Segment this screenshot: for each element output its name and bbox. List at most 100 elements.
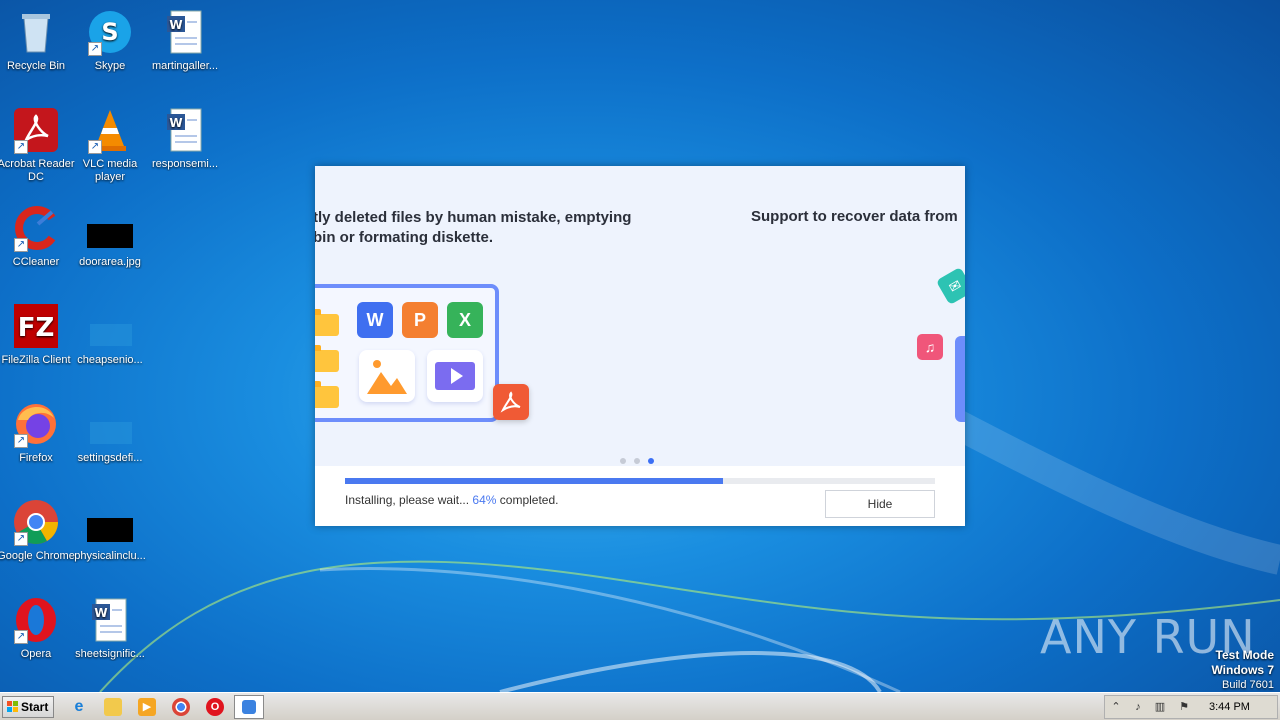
desktop-icon-label: Opera [20,648,52,660]
folder-icon [315,381,339,408]
file-thumbnail-icon [86,302,134,350]
image-file-icon [359,350,415,402]
desktop-icon-martingaller[interactable]: W martingaller... [146,8,224,73]
status-suffix: completed. [496,493,559,507]
desktop-icon-vlc[interactable]: ↗ VLC media player [71,106,149,184]
shortcut-arrow-icon: ↗ [88,140,102,154]
desktop-icon-label: VLC media player [82,158,138,183]
installer-window: tly deleted files by human mistake, empt… [315,166,965,526]
desktop-icon-sheetsignific[interactable]: W sheetsignific... [71,596,149,661]
word-document-icon: W [161,106,209,154]
desktop-icon-label: Recycle Bin [6,60,66,72]
image-thumbnail-icon [86,498,134,546]
svg-text:S: S [101,18,118,46]
chrome-taskbar-icon[interactable] [172,698,190,716]
install-progress-fill [345,478,723,484]
desktop-icon-label: responsemi... [151,158,219,170]
desktop-icon-label: settingsdefi... [77,452,143,464]
desktop-icon-doorarea[interactable]: doorarea.jpg [71,204,149,269]
carousel-dot[interactable] [634,458,640,464]
opera-icon: ↗ [12,596,60,644]
chrome-icon: ↗ [12,498,60,546]
system-tray: ⌃ ♪ ▥ ⚑ 3:44 PM [1104,695,1278,719]
shortcut-arrow-icon: ↗ [14,140,28,154]
desktop-icon-opera[interactable]: ↗ Opera [0,596,75,661]
desktop-icon-responsemi[interactable]: W responsemi... [146,106,224,171]
vlc-icon: ↗ [86,106,134,154]
email-badge-icon: ✉ [935,266,965,306]
action-center-flag-icon[interactable]: ⚑ [1177,700,1191,714]
desktop-icon-chrome[interactable]: ↗ Google Chrome [0,498,75,563]
acrobat-icon: ↗ [12,106,60,154]
recycle-bin-icon [12,8,60,56]
word-document-icon: W [86,596,134,644]
word-tile-icon: W [357,302,393,338]
file-types-illustration: W P X [315,284,499,422]
music-badge-icon: ♫ [917,334,943,360]
carousel-dot[interactable] [620,458,626,464]
svg-text:W: W [169,116,182,130]
start-button[interactable]: Start [2,696,54,718]
status-percent: 64% [472,493,497,507]
slide-description: tly deleted files by human mistake, empt… [315,209,632,246]
desktop-icon-acrobat[interactable]: ↗ Acrobat Reader DC [0,106,75,184]
desktop-icon-filezilla[interactable]: FZ FileZilla Client [0,302,75,367]
desktop-icon-cheapsenio[interactable]: cheapsenio... [71,302,149,367]
desktop-icon-label: cheapsenio... [77,354,143,366]
ccleaner-icon: ↗ [12,204,60,252]
taskbar-clock[interactable]: 3:44 PM [1209,701,1250,713]
desktop-icon-label: martingaller... [151,60,219,72]
desktop-icon-label: Acrobat Reader DC [0,158,75,183]
test-mode-notice: Test Mode Windows 7 Build 7601 [1211,648,1274,692]
desktop-icon-skype[interactable]: S ↗ Skype [71,8,149,73]
image-thumbnail-icon [86,204,134,252]
internet-explorer-icon[interactable]: e [70,698,88,716]
desktop-icon-ccleaner[interactable]: ↗ CCleaner [0,204,75,269]
volume-icon[interactable]: ♪ [1131,700,1145,714]
installer-taskbar-button[interactable] [234,695,264,719]
shortcut-arrow-icon: ↗ [14,434,28,448]
filezilla-icon: FZ [12,302,60,350]
word-document-icon: W [161,8,209,56]
carousel-indicator [620,451,662,466]
video-file-icon [427,350,483,402]
desktop-icon-label: physicalinclu... [74,550,146,562]
start-label: Start [21,700,49,714]
installer-taskbar-icon [242,700,256,714]
shortcut-arrow-icon: ↗ [14,238,28,252]
skype-icon: S ↗ [86,8,134,56]
file-thumbnail-icon [86,400,134,448]
opera-taskbar-icon[interactable]: O [206,698,224,716]
desktop-icon-label: FileZilla Client [1,354,71,366]
svg-text:FZ: FZ [18,313,55,343]
network-icon[interactable]: ▥ [1153,700,1167,714]
powerpoint-tile-icon: P [402,302,438,338]
shortcut-arrow-icon: ↗ [14,532,28,546]
status-prefix: Installing, please wait... [345,493,473,507]
carousel-dot-active[interactable] [648,458,654,464]
install-progress-bar [345,478,935,484]
hide-button[interactable]: Hide [825,490,935,518]
test-mode-line: Test Mode [1215,648,1274,662]
install-status: Installing, please wait... 64% completed… [345,493,558,507]
file-explorer-icon[interactable] [104,698,122,716]
media-player-icon[interactable]: ▶ [138,698,156,716]
desktop-icon-physicalinclu[interactable]: physicalinclu... [71,498,149,563]
desktop-icon-label: doorarea.jpg [79,256,141,268]
desktop-icon-recycle-bin[interactable]: Recycle Bin [0,8,75,73]
build-line: Build 7601 [1222,679,1274,691]
desktop-icon-label: sheetsignific... [75,648,145,660]
svg-text:W: W [94,606,107,620]
svg-text:W: W [169,18,182,32]
pdf-badge-icon [493,384,529,420]
shortcut-arrow-icon: ↗ [14,630,28,644]
taskbar: Start e ▶ O ⌃ ♪ ▥ ⚑ 3:44 PM [0,692,1280,720]
desktop-icon-label: CCleaner [12,256,60,268]
tray-expand-icon[interactable]: ⌃ [1109,700,1123,714]
desktop-icon-settingsdefi[interactable]: settingsdefi... [71,400,149,465]
feature-carousel: tly deleted files by human mistake, empt… [315,166,965,466]
slide-description-next: Support to recover data from [751,208,958,225]
folder-icon [315,345,339,372]
desktop-icon-label: Firefox [19,452,53,464]
desktop-icon-firefox[interactable]: ↗ Firefox [0,400,75,465]
